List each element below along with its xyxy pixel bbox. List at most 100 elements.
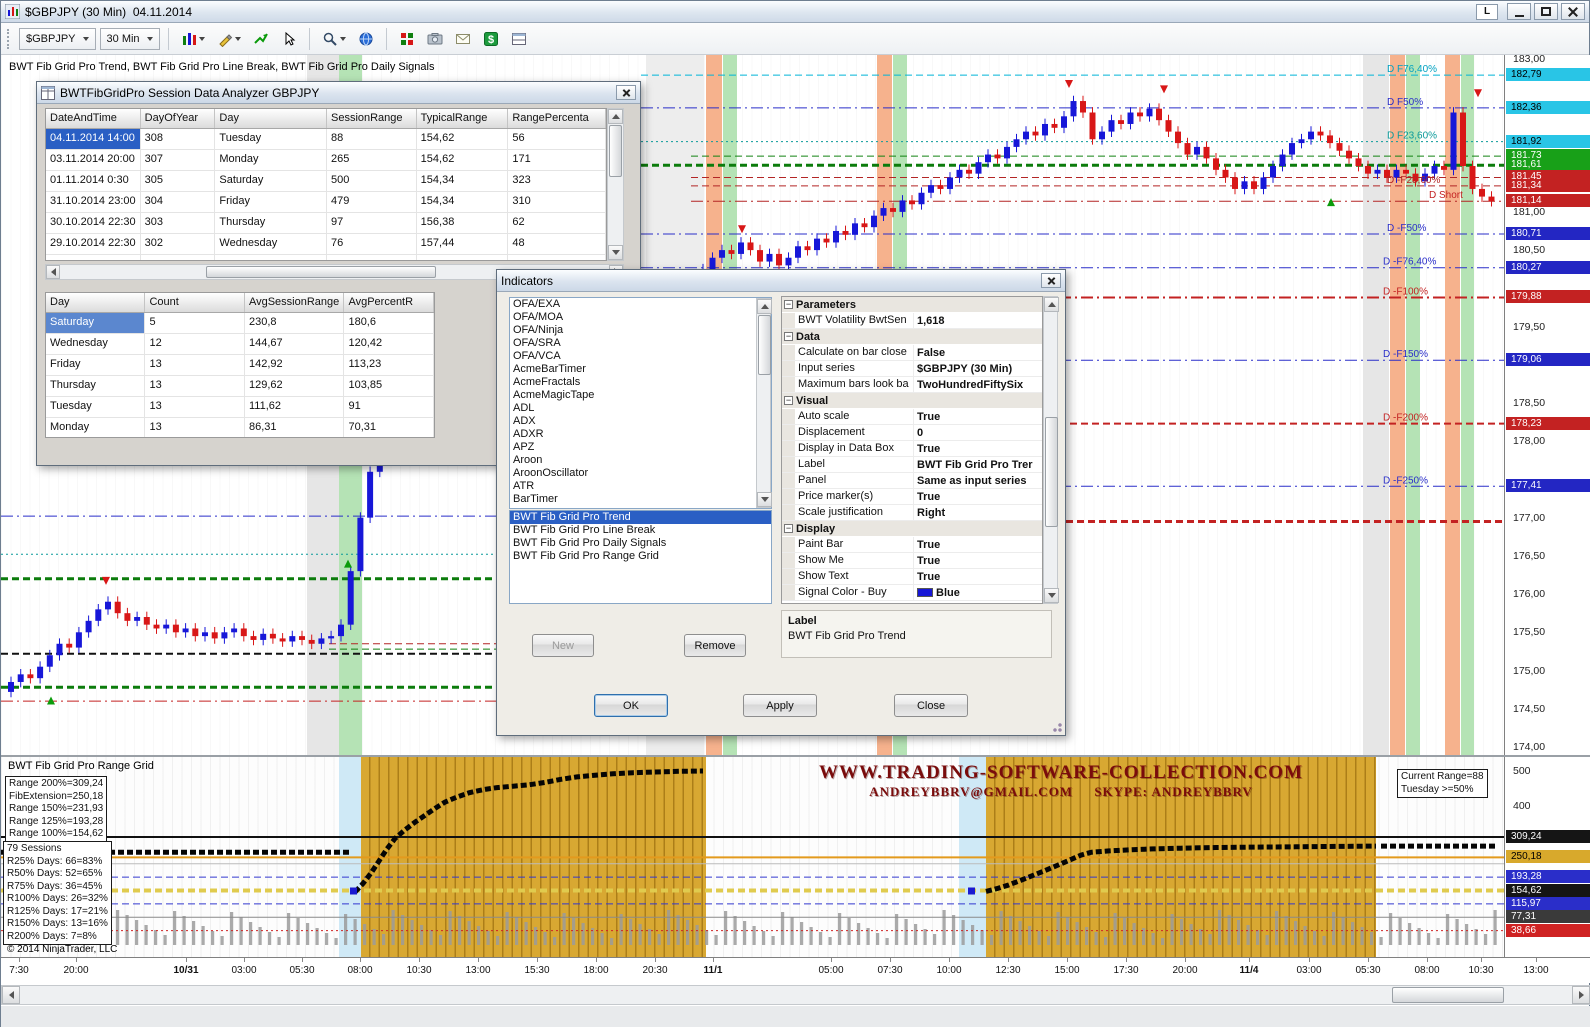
table-cell[interactable]: Friday <box>46 355 145 375</box>
table-cell[interactable]: 04.11.2014 14:00 <box>46 129 141 149</box>
interval-selector[interactable]: 30 Min <box>100 28 160 50</box>
analyzer-title-bar[interactable]: BWTFibGridPro Session Data Analyzer GBPJ… <box>37 82 640 104</box>
property-value[interactable]: BWT Fib Grid Pro Trer <box>914 457 1042 472</box>
property-value[interactable]: 0 <box>914 425 1042 440</box>
property-value[interactable]: True <box>914 569 1042 584</box>
property-row[interactable]: Scale justificationRight <box>782 505 1042 521</box>
column-header[interactable]: RangePercenta <box>508 109 606 128</box>
table-cell[interactable]: Wednesday <box>215 234 327 254</box>
table-cell[interactable]: 129,62 <box>245 376 344 396</box>
time-axis[interactable]: 7:3020:0010/3103:0005:3008:0010:3013:001… <box>1 957 1590 983</box>
account-dollar-button[interactable]: $ <box>479 26 503 52</box>
list-item[interactable]: BarTimer <box>510 493 771 506</box>
table-cell[interactable]: 154,62 <box>417 129 509 149</box>
property-value[interactable]: True <box>914 489 1042 504</box>
table-row[interactable]: Tuesday13111,6291 <box>46 397 434 418</box>
column-header[interactable]: Day <box>215 109 327 128</box>
property-value[interactable]: False <box>914 345 1042 360</box>
table-row[interactable]: 31.10.2014 23:00304Friday479154,34310 <box>46 192 606 213</box>
property-row[interactable]: Input series$GBPJPY (30 Min) <box>782 361 1042 377</box>
chart-panel-button[interactable] <box>507 26 531 52</box>
table-cell[interactable]: 154,62 <box>417 150 509 170</box>
remove-button[interactable]: Remove <box>684 634 746 657</box>
property-row[interactable]: Price marker(s)True <box>782 489 1042 505</box>
table-cell[interactable]: 479 <box>327 192 417 212</box>
table-cell[interactable]: 48 <box>508 234 606 254</box>
table-cell[interactable]: 76 <box>327 234 417 254</box>
property-row[interactable]: Displacement0 <box>782 425 1042 441</box>
list-item[interactable]: BWT Fib Grid Pro Range Grid <box>510 550 771 563</box>
available-list-scrollbar[interactable] <box>756 298 771 508</box>
table-cell[interactable]: 230,8 <box>245 313 344 333</box>
property-row[interactable]: Auto scaleTrue <box>782 409 1042 425</box>
snapshot-button[interactable] <box>423 26 447 52</box>
link-button[interactable]: L <box>1476 4 1498 20</box>
list-item[interactable]: ADL <box>510 402 771 415</box>
table-row[interactable]: 01.11.2014 0:30305Saturday500154,34323 <box>46 171 606 192</box>
table-cell[interactable]: 154,34 <box>417 171 509 191</box>
apply-button[interactable]: Apply <box>743 694 817 717</box>
list-item[interactable]: ADX <box>510 415 771 428</box>
table-cell[interactable]: 113,23 <box>344 355 434 375</box>
analyzer-close-button[interactable] <box>616 85 636 100</box>
day-stats-table[interactable]: DayCountAvgSessionRangeAvgPercentRSaturd… <box>45 292 435 438</box>
table-cell[interactable]: 308 <box>141 129 216 149</box>
table-cell[interactable]: 171 <box>508 150 606 170</box>
cursor-button[interactable] <box>277 26 301 52</box>
table-cell[interactable]: 111,62 <box>245 397 344 417</box>
column-header[interactable]: TypicalRange <box>417 109 509 128</box>
property-row[interactable]: Display in Data BoxTrue <box>782 441 1042 457</box>
properties-grid-scrollbar[interactable] <box>1043 296 1058 604</box>
table-cell[interactable]: 157,44 <box>417 234 509 254</box>
table-cell[interactable]: Thursday <box>215 213 327 233</box>
new-button[interactable]: New <box>532 634 594 657</box>
column-header[interactable]: Count <box>145 293 244 312</box>
list-item[interactable]: BWT Fib Grid Pro Trend <box>510 511 771 524</box>
table-cell[interactable]: 62 <box>508 213 606 233</box>
column-header[interactable]: Day <box>46 293 145 312</box>
list-item[interactable]: OFA/VCA <box>510 350 771 363</box>
table-cell[interactable]: 120,42 <box>344 334 434 354</box>
property-row[interactable]: BWT Volatility BwtSen1,618 <box>782 313 1042 329</box>
scroll-right-button[interactable] <box>1572 986 1590 1004</box>
list-item[interactable]: AcmeMagicTape <box>510 389 771 402</box>
list-item[interactable]: APZ <box>510 441 771 454</box>
property-value[interactable]: Same as input series <box>914 473 1042 488</box>
table-cell[interactable]: Friday <box>215 192 327 212</box>
column-header[interactable]: AvgPercentR <box>344 293 434 312</box>
table-cell[interactable]: Tuesday <box>215 129 327 149</box>
property-value[interactable]: Right <box>914 505 1042 520</box>
property-value[interactable]: True <box>914 441 1042 456</box>
range-scale[interactable]: 500400309,24250,18193,28154,62115,9777,3… <box>1504 757 1590 957</box>
property-row[interactable]: Paint BarTrue <box>782 537 1042 553</box>
dialog-resize-grip[interactable] <box>1050 720 1063 733</box>
instrument-selector[interactable]: $GBPJPY <box>19 28 96 50</box>
table-cell[interactable]: 303 <box>141 213 216 233</box>
toolbar-grip[interactable] <box>7 29 12 49</box>
list-item[interactable]: AroonOscillator <box>510 467 771 480</box>
property-row[interactable]: PanelSame as input series <box>782 473 1042 489</box>
table-row[interactable]: 30.10.2014 22:30303Thursday97156,3862 <box>46 213 606 234</box>
list-item[interactable]: ATR <box>510 480 771 493</box>
table-cell[interactable]: Saturday <box>215 171 327 191</box>
list-item[interactable]: OFA/SRA <box>510 337 771 350</box>
list-item[interactable]: BWT Fib Grid Pro Line Break <box>510 524 771 537</box>
property-value[interactable]: TwoHundredFiftySix <box>914 377 1042 392</box>
table-cell[interactable]: 03.11.2014 20:00 <box>46 150 141 170</box>
zoom-button[interactable] <box>318 26 350 52</box>
table-cell[interactable]: 304 <box>141 192 216 212</box>
range-grid-panel[interactable]: BWT Fib Grid Pro Range Grid Range 200%=3… <box>1 757 1504 957</box>
property-row[interactable]: Show MeTrue <box>782 553 1042 569</box>
session-table-vscrollbar[interactable] <box>607 108 624 261</box>
table-row[interactable]: 03.11.2014 20:00307Monday265154,62171 <box>46 150 606 171</box>
list-item[interactable]: Aroon <box>510 454 771 467</box>
collapse-icon[interactable]: − <box>784 332 793 341</box>
table-cell[interactable]: 86,31 <box>245 418 344 438</box>
property-group[interactable]: −Parameters <box>782 297 1042 313</box>
table-cell[interactable]: Tuesday <box>46 397 145 417</box>
drawing-tools-button[interactable] <box>213 26 245 52</box>
table-cell[interactable]: 180,6 <box>344 313 434 333</box>
table-row[interactable]: Thursday13129,62103,85 <box>46 376 434 397</box>
table-row[interactable]: Friday13142,92113,23 <box>46 355 434 376</box>
table-cell[interactable]: 265 <box>327 150 417 170</box>
